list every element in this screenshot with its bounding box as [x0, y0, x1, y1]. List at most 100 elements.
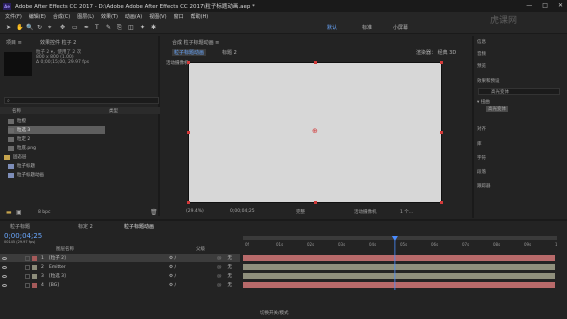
camera-select[interactable]: 活动摄像机	[354, 209, 377, 215]
composition-tab[interactable]: 合成 粒子标题动画 ≡	[172, 39, 219, 46]
transform-handle[interactable]	[440, 131, 443, 134]
project-search-input[interactable]: ⌕	[4, 97, 159, 104]
transform-handle[interactable]	[187, 201, 190, 204]
brush-tool-icon[interactable]: ✎	[106, 24, 111, 31]
roto-tool-icon[interactable]: ✦	[140, 24, 145, 31]
menu-layer[interactable]: 图层(L)	[77, 13, 94, 20]
lock-switch[interactable]	[25, 282, 30, 288]
transform-handle[interactable]	[314, 61, 317, 64]
comp-subtab-active[interactable]: 粒子标题动画	[172, 49, 207, 56]
col-type[interactable]: 类型	[109, 108, 118, 114]
align-panel-tab[interactable]: 对齐	[477, 126, 486, 132]
rectangle-tool-icon[interactable]: ▭	[72, 24, 78, 31]
parent-pickwhip-icon[interactable]: @	[217, 283, 222, 288]
camera-tool-icon[interactable]: ⌖	[48, 24, 51, 32]
col-layer-name[interactable]: 图层名称	[56, 246, 74, 252]
comp-subtab[interactable]: 标题 2	[222, 49, 237, 56]
transform-handle[interactable]	[187, 131, 190, 134]
transform-handle[interactable]	[187, 61, 190, 64]
layer-switches[interactable]: ⚙ ∕	[169, 265, 189, 270]
visibility-eye-icon[interactable]	[2, 265, 7, 269]
project-item[interactable]: 粒底.png	[8, 144, 160, 152]
layer-row[interactable]: 3 [粒选 3] ⚙ ∕ @ 无	[0, 272, 240, 280]
timeline-tab[interactable]: 粒子标题	[10, 223, 30, 230]
workspace-small[interactable]: 小屏幕	[393, 24, 408, 31]
libraries-panel-tab[interactable]: 库	[477, 141, 482, 147]
info-panel-tab[interactable]: 信息	[477, 39, 486, 45]
selection-tool-icon[interactable]: ➤	[6, 24, 11, 31]
lock-switch[interactable]	[25, 255, 30, 261]
layer-row[interactable]: 2 Emitter ⚙ ∕ @ 无	[0, 263, 240, 271]
zoom-level[interactable]: (29.4%)	[186, 209, 204, 214]
visibility-eye-icon[interactable]	[2, 256, 7, 260]
workspace-default[interactable]: 默认	[327, 24, 337, 31]
parent-select[interactable]: 无	[228, 255, 233, 261]
transform-handle[interactable]	[440, 61, 443, 64]
pen-tool-icon[interactable]: ✒	[84, 24, 89, 31]
project-folder[interactable]: 固态层	[4, 153, 156, 161]
toggle-switches-modes[interactable]: 切换开关/模式	[260, 310, 289, 316]
project-comp[interactable]: 粒子标题动画	[8, 171, 160, 179]
layer-row[interactable]: 1 [粒子 2] ⚙ ∕ @ 无	[0, 254, 240, 262]
parent-pickwhip-icon[interactable]: @	[217, 265, 222, 270]
eraser-tool-icon[interactable]: ◫	[128, 24, 134, 31]
parent-select[interactable]: 无	[228, 273, 233, 279]
resolution-select[interactable]: 完整	[296, 209, 305, 215]
layer-label-color[interactable]	[32, 255, 37, 261]
pan-behind-tool-icon[interactable]: ✥	[60, 24, 65, 31]
effects-search-input[interactable]: 高光变体	[478, 88, 560, 95]
timeline-tab[interactable]: 标定 2	[78, 223, 93, 230]
hand-tool-icon[interactable]: ✋	[16, 24, 23, 31]
visibility-eye-icon[interactable]	[2, 274, 7, 278]
zoom-tool-icon[interactable]: 🔍	[26, 24, 33, 31]
clone-tool-icon[interactable]: ⎘	[117, 24, 122, 32]
puppet-tool-icon[interactable]: ✱	[151, 24, 156, 31]
anchor-point-icon[interactable]: ⊕	[312, 127, 318, 135]
col-name[interactable]: 名称	[12, 108, 21, 114]
character-panel-tab[interactable]: 字符	[477, 155, 486, 161]
menu-help[interactable]: 帮助(H)	[191, 13, 209, 20]
layer-switches[interactable]: ⚙ ∕	[169, 256, 189, 261]
timeline-timecode[interactable]: 0;00;04;25	[4, 232, 42, 240]
parent-select[interactable]: 无	[228, 282, 233, 288]
transform-handle[interactable]	[314, 201, 317, 204]
effects-tree-parent[interactable]: ▾ 扭曲	[477, 99, 490, 105]
layer-switches[interactable]: ⚙ ∕	[169, 274, 189, 279]
maximize-button[interactable]: □	[542, 2, 548, 9]
minimize-button[interactable]: —	[526, 2, 532, 9]
timeline-tab-active[interactable]: 粒子标题动画	[124, 223, 154, 230]
new-composition-icon[interactable]: ▣	[16, 209, 22, 216]
rotate-tool-icon[interactable]: ↻	[37, 24, 42, 31]
layer-name[interactable]: [BG]	[49, 283, 89, 288]
menu-animation[interactable]: 动画(A)	[125, 13, 142, 20]
project-item[interactable]: 粒橙	[8, 117, 160, 125]
layer-label-color[interactable]	[32, 273, 37, 279]
menu-file[interactable]: 文件(F)	[5, 13, 22, 20]
layer-name[interactable]: [粒选 3]	[49, 273, 89, 279]
playhead-marker[interactable]	[391, 236, 398, 241]
bpc-indicator[interactable]: 8 bpc	[38, 210, 50, 215]
new-folder-icon[interactable]: ▬	[6, 209, 12, 216]
effects-tree-item[interactable]: 高光变体	[486, 106, 508, 112]
col-parent[interactable]: 父级	[196, 246, 205, 252]
menu-view[interactable]: 视图(V)	[149, 13, 166, 20]
project-comp[interactable]: 粒子标题	[8, 162, 160, 170]
project-item[interactable]: 粒选 3	[8, 126, 105, 134]
layer-name[interactable]: [粒子 2]	[49, 255, 89, 261]
menu-composition[interactable]: 合成(C)	[53, 13, 70, 20]
menu-window[interactable]: 窗口	[174, 13, 184, 20]
playhead[interactable]	[243, 234, 557, 290]
delete-icon[interactable]: 🗑	[150, 209, 158, 216]
menu-effect[interactable]: 效果(T)	[101, 13, 118, 20]
paragraph-panel-tab[interactable]: 段落	[477, 169, 486, 175]
layer-switches[interactable]: ⚙ ∕	[169, 283, 189, 288]
effect-controls-tab[interactable]: 效果控件 粒子 2	[40, 39, 76, 46]
effects-presets-tab[interactable]: 效果和预设	[477, 78, 500, 84]
audio-panel-tab[interactable]: 音频	[477, 51, 486, 57]
layer-name[interactable]: Emitter	[49, 265, 89, 270]
project-tab[interactable]: 项目 ≡	[6, 39, 22, 46]
renderer-label[interactable]: 渲染器： 经典 3D	[416, 49, 456, 56]
workspace-standard[interactable]: 标准	[362, 24, 372, 31]
menu-edit[interactable]: 编辑(E)	[29, 13, 46, 20]
preview-panel-tab[interactable]: 预览	[477, 63, 486, 69]
